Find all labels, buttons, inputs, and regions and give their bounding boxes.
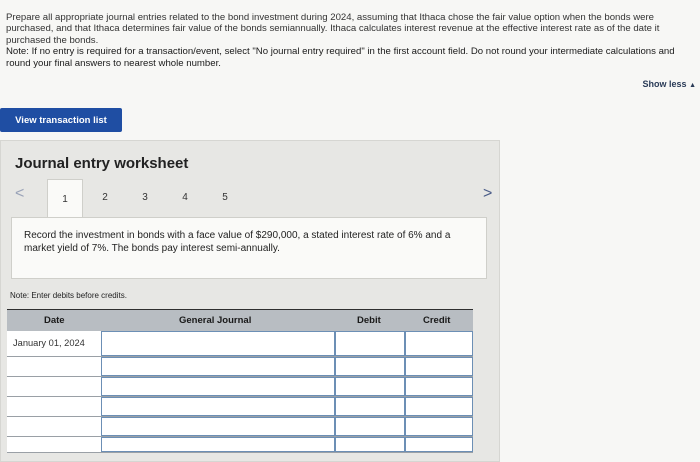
worksheet-title: Journal entry worksheet bbox=[15, 155, 189, 172]
credit-input[interactable] bbox=[405, 437, 473, 452]
instructions-note: Note: If no entry is required for a tran… bbox=[6, 46, 675, 69]
journal-entry-worksheet: Journal entry worksheet < 1 2 3 4 5 > Re… bbox=[0, 140, 500, 462]
credit-input[interactable] bbox=[405, 417, 473, 436]
table-row bbox=[7, 417, 473, 437]
tab-4[interactable]: 4 bbox=[167, 179, 203, 215]
debit-input[interactable] bbox=[335, 377, 405, 396]
debit-input[interactable] bbox=[335, 357, 405, 376]
show-less-link[interactable]: Show less ▲ bbox=[643, 79, 696, 89]
debit-input[interactable] bbox=[335, 331, 405, 356]
date-cell bbox=[7, 437, 101, 452]
tab-1[interactable]: 1 bbox=[47, 179, 83, 219]
account-input[interactable] bbox=[101, 437, 335, 452]
account-input[interactable] bbox=[101, 377, 335, 396]
triangle-up-icon: ▲ bbox=[689, 82, 696, 89]
account-input[interactable] bbox=[101, 397, 335, 416]
header-date: Date bbox=[44, 315, 65, 326]
table-header: Date General Journal Debit Credit bbox=[7, 309, 473, 331]
credit-input[interactable] bbox=[405, 331, 473, 356]
header-debit: Debit bbox=[357, 315, 381, 326]
chevron-left-icon[interactable]: < bbox=[15, 185, 24, 203]
debit-input[interactable] bbox=[335, 437, 405, 452]
date-cell bbox=[7, 397, 101, 416]
date-cell bbox=[7, 357, 101, 376]
chevron-right-icon[interactable]: > bbox=[483, 185, 492, 203]
journal-table: Date General Journal Debit Credit Januar… bbox=[7, 309, 473, 453]
table-row bbox=[7, 397, 473, 417]
date-cell: January 01, 2024 bbox=[13, 338, 85, 348]
debit-input[interactable] bbox=[335, 397, 405, 416]
header-credit: Credit bbox=[423, 315, 451, 326]
view-transaction-list-button[interactable]: View transaction list bbox=[0, 108, 122, 132]
tab-2[interactable]: 2 bbox=[87, 179, 123, 215]
credit-input[interactable] bbox=[405, 377, 473, 396]
debits-credits-note: Note: Enter debits before credits. bbox=[10, 291, 127, 300]
tab-5[interactable]: 5 bbox=[207, 179, 243, 215]
account-input[interactable] bbox=[101, 417, 335, 436]
date-cell bbox=[7, 417, 101, 436]
show-less-label: Show less bbox=[642, 79, 687, 89]
instructions: Prepare all appropriate journal entries … bbox=[6, 12, 698, 69]
table-row bbox=[7, 377, 473, 397]
table-row: January 01, 2024 bbox=[7, 331, 473, 357]
header-general-journal: General Journal bbox=[179, 315, 252, 326]
credit-input[interactable] bbox=[405, 357, 473, 376]
table-row bbox=[7, 357, 473, 377]
account-input[interactable] bbox=[101, 331, 335, 356]
tab-3[interactable]: 3 bbox=[127, 179, 163, 215]
account-input[interactable] bbox=[101, 357, 335, 376]
instructions-paragraph: Prepare all appropriate journal entries … bbox=[6, 12, 660, 46]
transaction-description: Record the investment in bonds with a fa… bbox=[11, 217, 487, 279]
date-cell bbox=[7, 377, 101, 396]
debit-input[interactable] bbox=[335, 417, 405, 436]
table-row bbox=[7, 437, 473, 453]
credit-input[interactable] bbox=[405, 397, 473, 416]
